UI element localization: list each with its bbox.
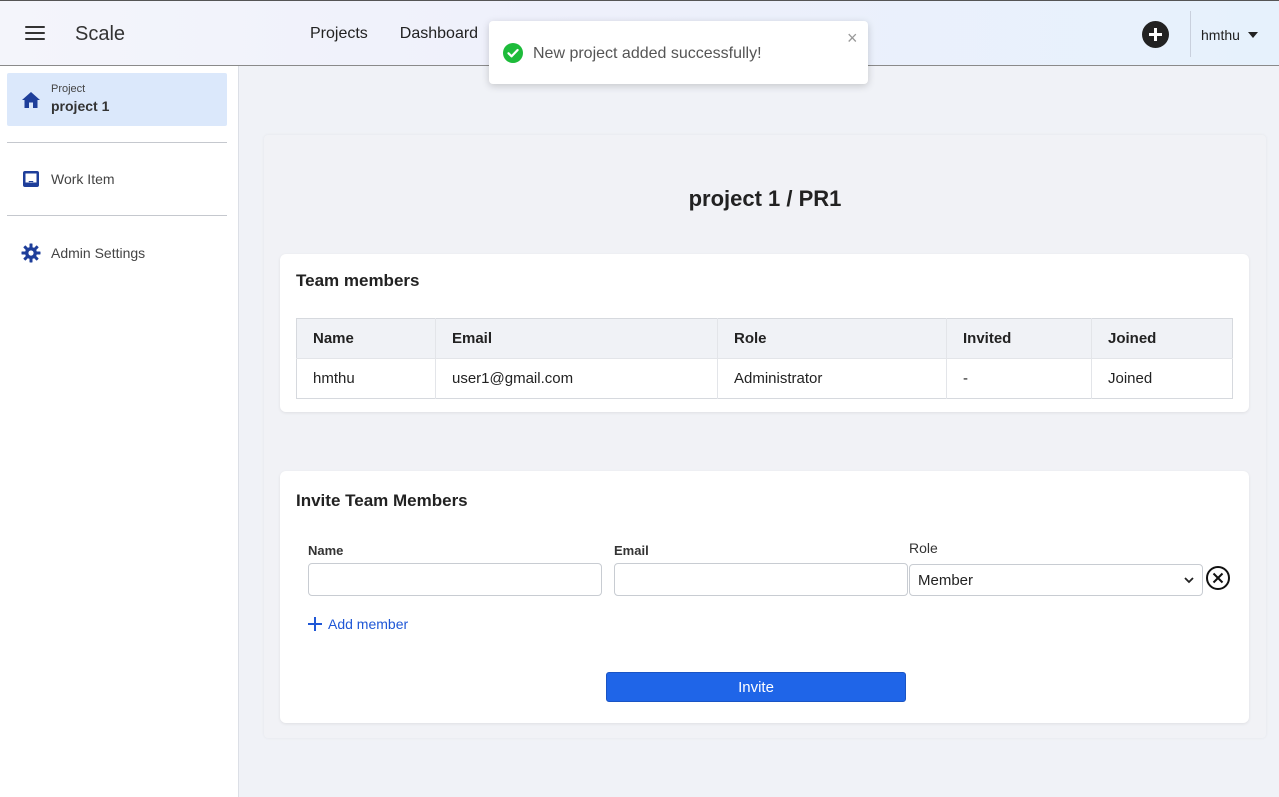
cell-role: Administrator bbox=[717, 358, 947, 399]
chevron-down-icon bbox=[1184, 576, 1194, 583]
cell-invited: - bbox=[946, 358, 1092, 399]
cell-name: hmthu bbox=[296, 358, 436, 399]
top-nav: Projects Dashboard bbox=[310, 25, 478, 43]
close-icon[interactable]: × bbox=[847, 28, 858, 49]
user-name: hmthu bbox=[1201, 27, 1240, 43]
cell-joined: Joined bbox=[1091, 358, 1233, 399]
sidebar-divider bbox=[7, 142, 227, 143]
role-select[interactable]: Member bbox=[909, 564, 1203, 596]
role-select-value: Member bbox=[918, 571, 974, 589]
invite-panel: Invite Team Members Name Email Role Memb… bbox=[280, 471, 1249, 723]
sidebar-divider bbox=[7, 215, 227, 216]
column-header-email: Email bbox=[435, 318, 718, 359]
sidebar-item-label: Admin Settings bbox=[51, 245, 146, 261]
table-row: hmthu user1@gmail.com Administrator - Jo… bbox=[296, 358, 1233, 399]
nav-projects[interactable]: Projects bbox=[310, 25, 368, 43]
column-header-name: Name bbox=[296, 318, 436, 359]
app-brand[interactable]: Scale bbox=[75, 23, 125, 46]
cell-email: user1@gmail.com bbox=[435, 358, 718, 399]
add-circle-icon[interactable] bbox=[1142, 21, 1169, 48]
add-member-label: Add member bbox=[328, 616, 409, 632]
team-members-title: Team members bbox=[296, 271, 420, 290]
sidebar-item-label: Work Item bbox=[51, 171, 115, 187]
inbox-icon bbox=[21, 169, 41, 189]
home-icon bbox=[21, 90, 41, 110]
sidebar-item-project[interactable]: Project project 1 bbox=[7, 73, 227, 126]
caret-down-icon bbox=[1247, 32, 1258, 38]
check-circle-icon bbox=[503, 43, 523, 63]
column-header-invited: Invited bbox=[946, 318, 1092, 359]
user-menu[interactable]: hmthu bbox=[1201, 27, 1258, 43]
role-label: Role bbox=[909, 540, 938, 556]
nav-dashboard[interactable]: Dashboard bbox=[400, 25, 478, 43]
invite-title: Invite Team Members bbox=[296, 491, 468, 510]
plus-icon bbox=[308, 617, 322, 631]
remove-row-icon[interactable] bbox=[1205, 565, 1231, 591]
page-title: project 1 / PR1 bbox=[688, 186, 842, 211]
sidebar-project-caption: Project bbox=[51, 83, 86, 95]
gear-icon bbox=[21, 243, 41, 263]
team-members-panel: Team members Name Email Role Invited Joi… bbox=[280, 254, 1249, 412]
name-input[interactable] bbox=[308, 563, 602, 596]
toast-message: New project added successfully! bbox=[533, 45, 762, 62]
team-members-table: Name Email Role Invited Joined hmthu use… bbox=[296, 318, 1233, 399]
table-header-row: Name Email Role Invited Joined bbox=[296, 318, 1233, 359]
column-header-role: Role bbox=[717, 318, 947, 359]
header-divider bbox=[1190, 11, 1191, 57]
sidebar-item-work-item[interactable]: Work Item bbox=[7, 168, 227, 190]
sidebar-item-admin-settings[interactable]: Admin Settings bbox=[7, 242, 227, 264]
hamburger-menu-icon[interactable] bbox=[25, 26, 45, 42]
sidebar-project-name: project 1 bbox=[51, 98, 110, 114]
success-toast: New project added successfully! × bbox=[489, 21, 868, 84]
sidebar: Project project 1 Work Item Admin Settin… bbox=[0, 66, 239, 797]
email-input[interactable] bbox=[614, 563, 908, 596]
name-label: Name bbox=[308, 543, 344, 558]
invite-button[interactable]: Invite bbox=[606, 672, 906, 702]
add-member-link[interactable]: Add member bbox=[308, 616, 408, 632]
email-label: Email bbox=[614, 543, 649, 558]
column-header-joined: Joined bbox=[1091, 318, 1233, 359]
